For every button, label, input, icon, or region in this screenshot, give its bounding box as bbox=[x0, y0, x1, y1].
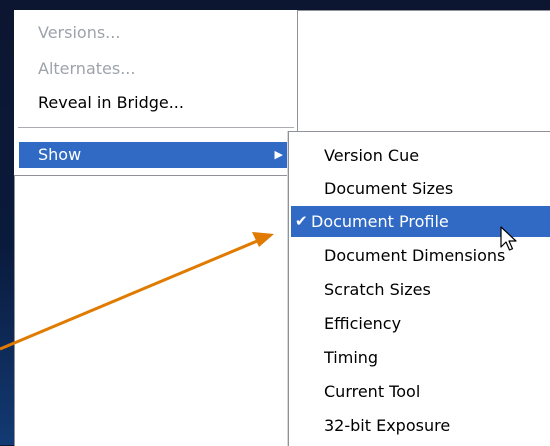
annotation-arrow-icon bbox=[0, 232, 274, 351]
